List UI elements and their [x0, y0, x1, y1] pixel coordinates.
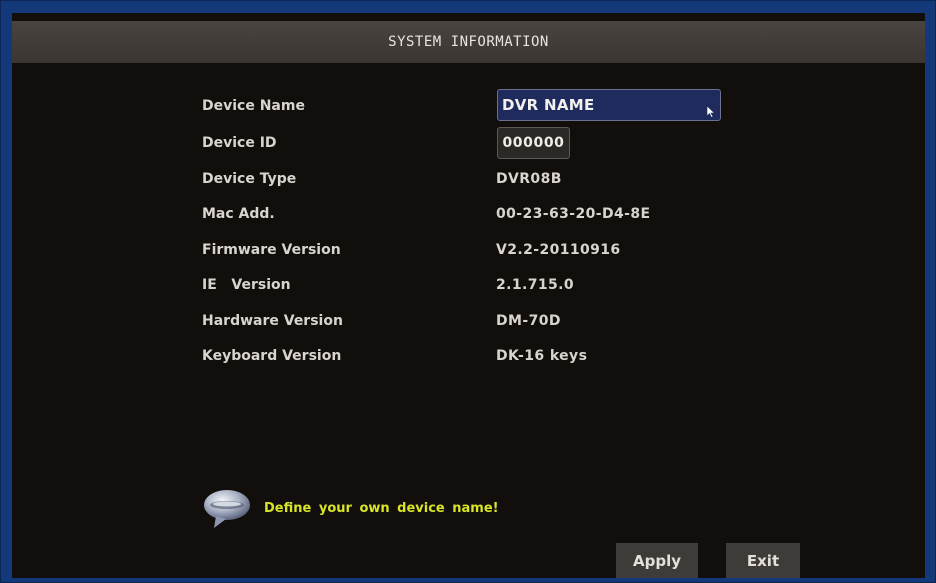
keyboard-version-value: DK-16 keys — [496, 348, 588, 364]
system-information-dialog: SYSTEM INFORMATION Device Name Device ID… — [12, 13, 925, 578]
mac-address-value: 00-23-63-20-D4-8E — [496, 206, 651, 222]
device-type-value: DVR08B — [496, 171, 562, 187]
label-firmware-version: Firmware Version — [202, 242, 341, 258]
ie-version-value: 2.1.715.0 — [496, 277, 575, 293]
firmware-version-value: V2.2-20110916 — [496, 242, 621, 258]
apply-button[interactable]: Apply — [616, 543, 698, 578]
mouse-pointer-icon — [706, 106, 716, 118]
device-id-value: 000000 — [502, 135, 565, 151]
exit-button[interactable]: Exit — [726, 543, 800, 578]
speech-bubble-icon — [204, 490, 250, 528]
device-name-value: DVR NAME — [502, 96, 595, 114]
label-device-type: Device Type — [202, 171, 297, 187]
dialog-title: SYSTEM INFORMATION — [388, 34, 549, 50]
hint-text: Define your own device name! — [264, 501, 499, 516]
device-id-field[interactable]: 000000 — [497, 127, 570, 159]
label-device-name: Device Name — [202, 98, 305, 114]
label-keyboard-version: Keyboard Version — [202, 348, 342, 364]
label-device-id: Device ID — [202, 135, 277, 151]
device-name-input[interactable]: DVR NAME — [497, 89, 721, 121]
label-ie-version: IE Version — [202, 277, 291, 293]
label-hardware-version: Hardware Version — [202, 313, 343, 329]
label-mac-address: Mac Add. — [202, 206, 275, 222]
title-bar: SYSTEM INFORMATION — [12, 21, 925, 63]
monitor-frame: SYSTEM INFORMATION Device Name Device ID… — [0, 0, 936, 583]
hardware-version-value: DM-70D — [496, 313, 561, 329]
